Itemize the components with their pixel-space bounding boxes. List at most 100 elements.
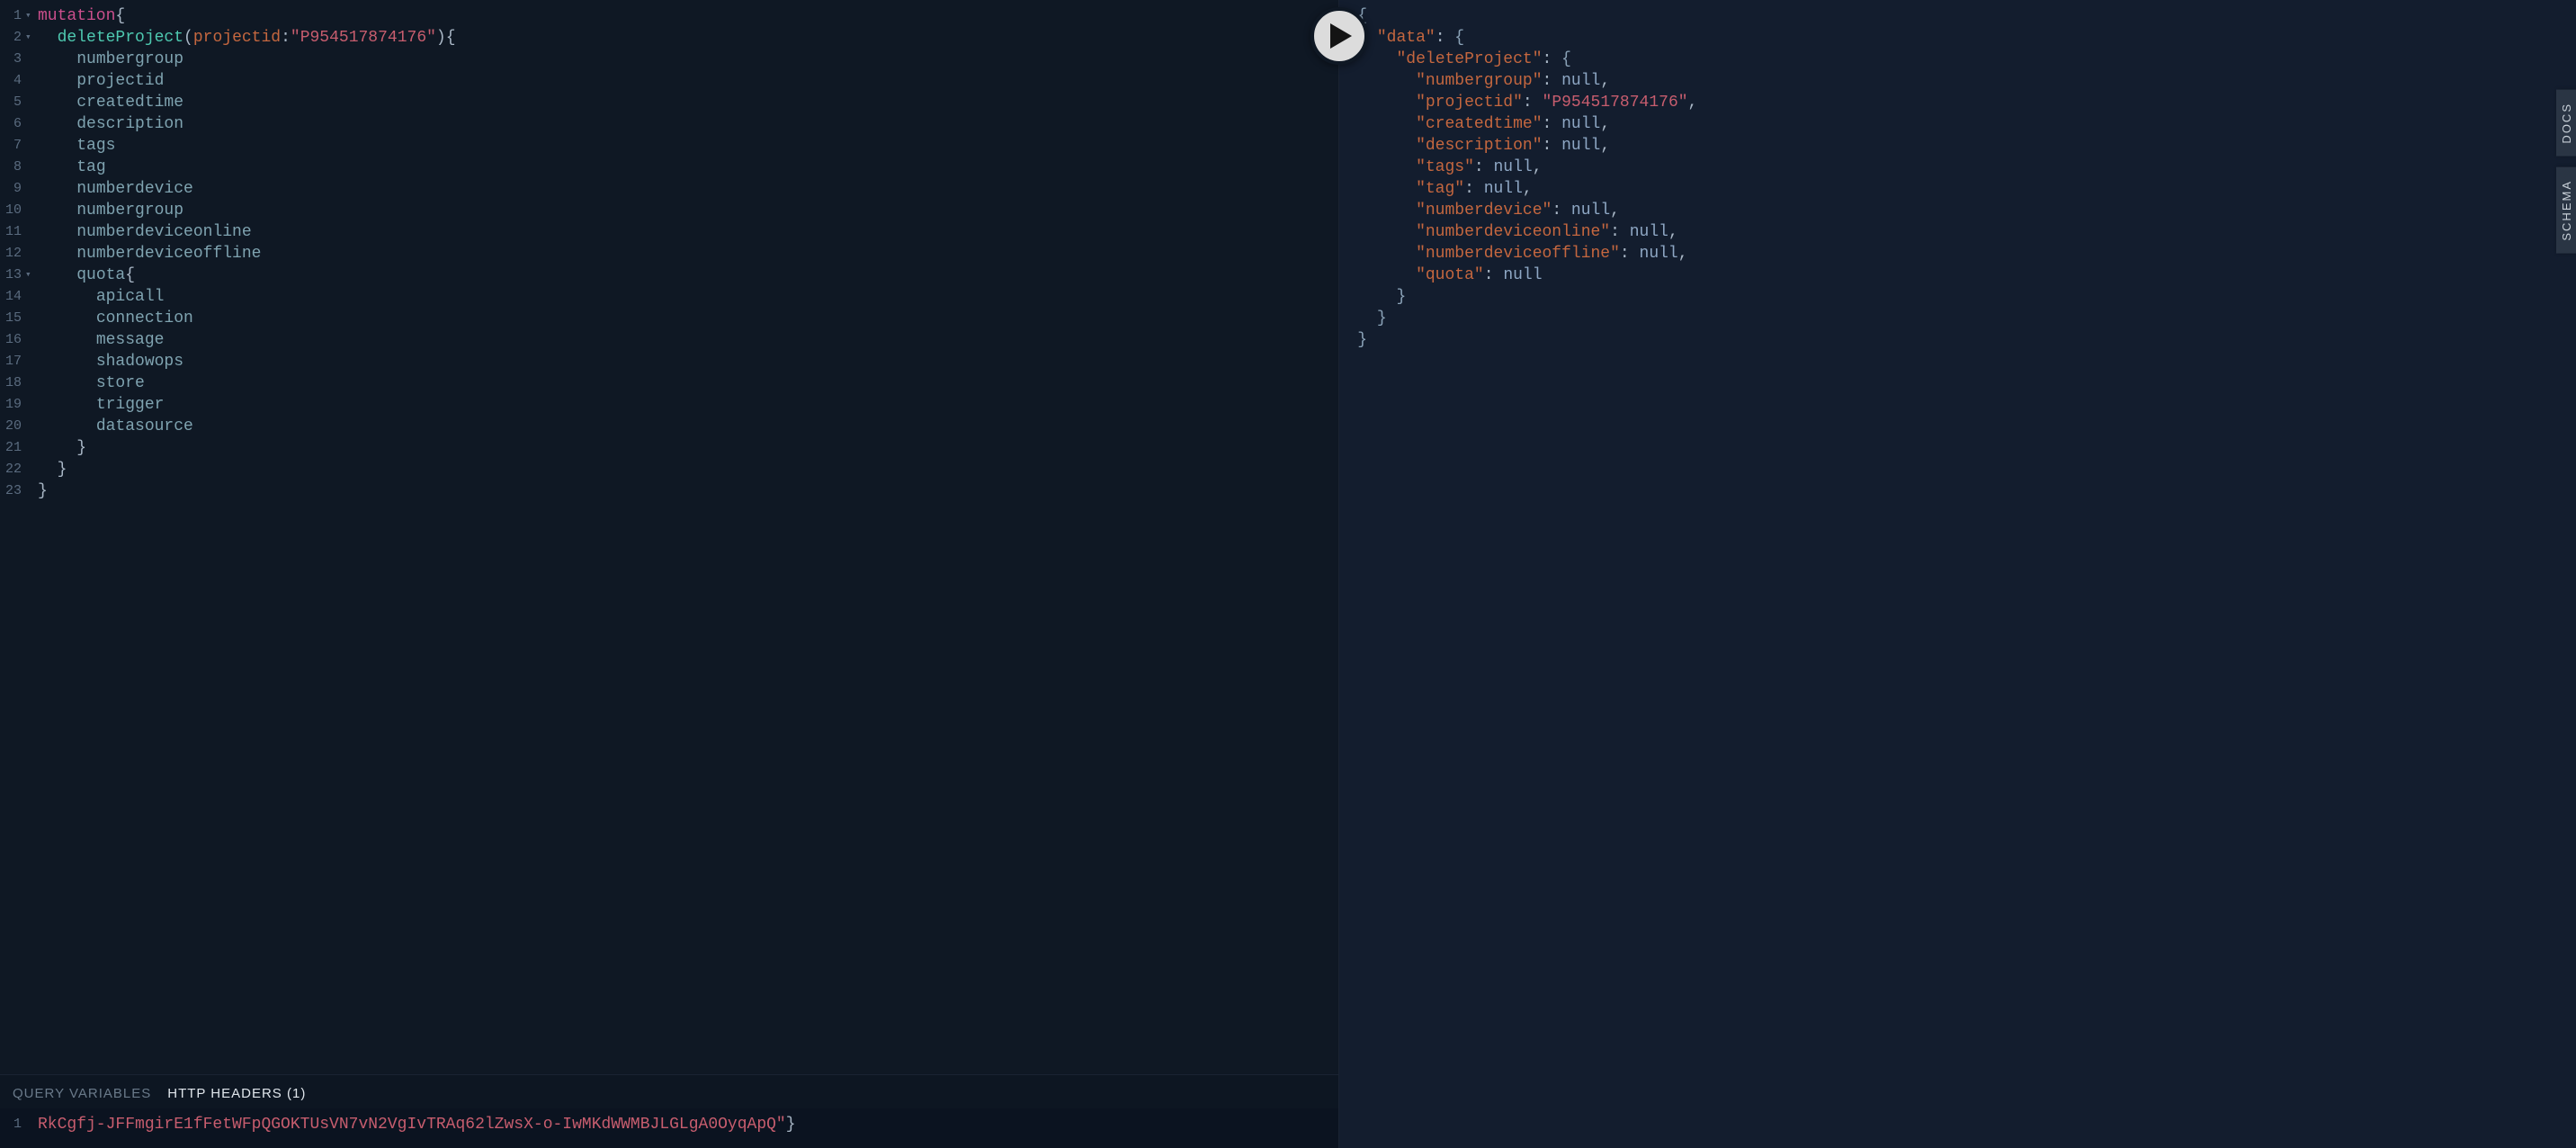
headers-editor[interactable]: 1RkCgfj-JFFmgirE1fFetWFpQGOKTUsVN7vN2VgI… — [0, 1108, 1338, 1148]
code-content[interactable]: quota{ — [38, 265, 1338, 286]
line-number: 17 — [0, 351, 25, 372]
code-line[interactable]: 8 tag — [0, 157, 1338, 178]
code-line[interactable]: 5 createdtime — [0, 92, 1338, 113]
code-content[interactable]: store — [38, 372, 1338, 394]
line-number: 18 — [0, 372, 25, 394]
code-content[interactable]: shadowops — [38, 351, 1338, 372]
code-content[interactable]: connection — [38, 308, 1338, 329]
response-viewer[interactable]: ▾{▾ "data": {▾ "deleteProject": { "numbe… — [1339, 0, 2576, 356]
code-line[interactable]: 20 datasource — [0, 416, 1338, 437]
code-content[interactable]: numbergroup — [38, 200, 1338, 221]
response-content: } — [1357, 308, 1386, 329]
code-content[interactable]: createdtime — [38, 92, 1338, 113]
response-line: } — [1339, 286, 2576, 308]
fold-toggle — [25, 70, 38, 92]
response-line: ▾ "deleteProject": { — [1339, 49, 2576, 70]
code-content[interactable]: tag — [38, 157, 1338, 178]
fold-toggle — [25, 243, 38, 265]
line-number: 23 — [0, 480, 25, 502]
code-content[interactable]: apicall — [38, 286, 1338, 308]
response-content: "createdtime": null, — [1357, 113, 1610, 135]
fold-toggle[interactable]: ▾ — [25, 5, 38, 27]
response-content: "quota": null — [1357, 265, 1542, 286]
response-line: "quota": null — [1339, 265, 2576, 286]
code-line[interactable]: 13▾ quota{ — [0, 265, 1338, 286]
fold-toggle — [25, 394, 38, 416]
line-number: 21 — [0, 437, 25, 459]
response-line: "numberdevice": null, — [1339, 200, 2576, 221]
code-content[interactable]: projectid — [38, 70, 1338, 92]
code-content[interactable]: } — [38, 459, 1338, 480]
response-content: "numberdeviceoffline": null, — [1357, 243, 1687, 265]
code-content[interactable]: trigger — [38, 394, 1338, 416]
response-line: } — [1339, 308, 2576, 329]
fold-toggle — [1345, 265, 1357, 286]
code-line[interactable]: 7 tags — [0, 135, 1338, 157]
fold-toggle — [25, 49, 38, 70]
code-line[interactable]: 14 apicall — [0, 286, 1338, 308]
code-line[interactable]: 23} — [0, 480, 1338, 502]
fold-toggle — [1345, 113, 1357, 135]
line-number: 6 — [0, 113, 25, 135]
side-tabs: DOCS SCHEMA — [2556, 90, 2576, 253]
line-number: 15 — [0, 308, 25, 329]
line-number: 8 — [0, 157, 25, 178]
response-line: ▾{ — [1339, 5, 2576, 27]
line-number: 9 — [0, 178, 25, 200]
code-content[interactable]: datasource — [38, 416, 1338, 437]
code-line[interactable]: 1▾mutation{ — [0, 5, 1338, 27]
code-content[interactable]: deleteProject(projectid:"P954517874176")… — [38, 27, 1338, 49]
fold-toggle — [1345, 200, 1357, 221]
code-line[interactable]: 15 connection — [0, 308, 1338, 329]
line-number: 3 — [0, 49, 25, 70]
code-line[interactable]: 21 } — [0, 437, 1338, 459]
fold-toggle — [1345, 308, 1357, 329]
code-line[interactable]: 18 store — [0, 372, 1338, 394]
query-editor[interactable]: 1▾mutation{2▾ deleteProject(projectid:"P… — [0, 0, 1338, 1074]
execute-button[interactable] — [1310, 7, 1368, 65]
code-content[interactable]: numberdeviceoffline — [38, 243, 1338, 265]
schema-tab[interactable]: SCHEMA — [2556, 167, 2576, 254]
code-content[interactable]: message — [38, 329, 1338, 351]
code-line[interactable]: 2▾ deleteProject(projectid:"P95451787417… — [0, 27, 1338, 49]
line-number: 19 — [0, 394, 25, 416]
code-line[interactable]: 16 message — [0, 329, 1338, 351]
response-line: "tags": null, — [1339, 157, 2576, 178]
code-line[interactable]: 17 shadowops — [0, 351, 1338, 372]
code-content[interactable]: tags — [38, 135, 1338, 157]
code-content[interactable]: numberdeviceonline — [38, 221, 1338, 243]
response-content: "numberdevice": null, — [1357, 200, 1620, 221]
tab-http-headers[interactable]: HTTP HEADERS (1) — [167, 1086, 306, 1101]
tab-query-variables[interactable]: QUERY VARIABLES — [13, 1086, 151, 1101]
bottom-panel: QUERY VARIABLES HTTP HEADERS (1) 1RkCgfj… — [0, 1074, 1338, 1148]
code-content[interactable]: description — [38, 113, 1338, 135]
response-line: "numberdeviceoffline": null, — [1339, 243, 2576, 265]
code-content[interactable]: numbergroup — [38, 49, 1338, 70]
line-number: 1 — [0, 5, 25, 27]
code-line[interactable]: 4 projectid — [0, 70, 1338, 92]
line-number: 13 — [0, 265, 25, 286]
response-line: "projectid": "P954517874176", — [1339, 92, 2576, 113]
code-line[interactable]: 9 numberdevice — [0, 178, 1338, 200]
code-content[interactable]: RkCgfj-JFFmgirE1fFetWFpQGOKTUsVN7vN2VgIv… — [38, 1114, 1338, 1135]
code-line[interactable]: 3 numbergroup — [0, 49, 1338, 70]
response-line: "numbergroup": null, — [1339, 70, 2576, 92]
docs-tab[interactable]: DOCS — [2556, 90, 2576, 157]
code-line[interactable]: 10 numbergroup — [0, 200, 1338, 221]
code-content[interactable]: numberdevice — [38, 178, 1338, 200]
code-line[interactable]: 6 description — [0, 113, 1338, 135]
line-number: 22 — [0, 459, 25, 480]
code-line[interactable]: 1RkCgfj-JFFmgirE1fFetWFpQGOKTUsVN7vN2VgI… — [0, 1114, 1338, 1135]
code-content[interactable]: } — [38, 437, 1338, 459]
fold-toggle[interactable]: ▾ — [25, 27, 38, 49]
code-line[interactable]: 19 trigger — [0, 394, 1338, 416]
code-content[interactable]: mutation{ — [38, 5, 1338, 27]
code-content[interactable]: } — [38, 480, 1338, 502]
code-line[interactable]: 12 numberdeviceoffline — [0, 243, 1338, 265]
line-number: 2 — [0, 27, 25, 49]
response-content: } — [1357, 329, 1367, 351]
code-line[interactable]: 22 } — [0, 459, 1338, 480]
fold-toggle[interactable]: ▾ — [25, 265, 38, 286]
code-line[interactable]: 11 numberdeviceonline — [0, 221, 1338, 243]
fold-toggle — [1345, 221, 1357, 243]
